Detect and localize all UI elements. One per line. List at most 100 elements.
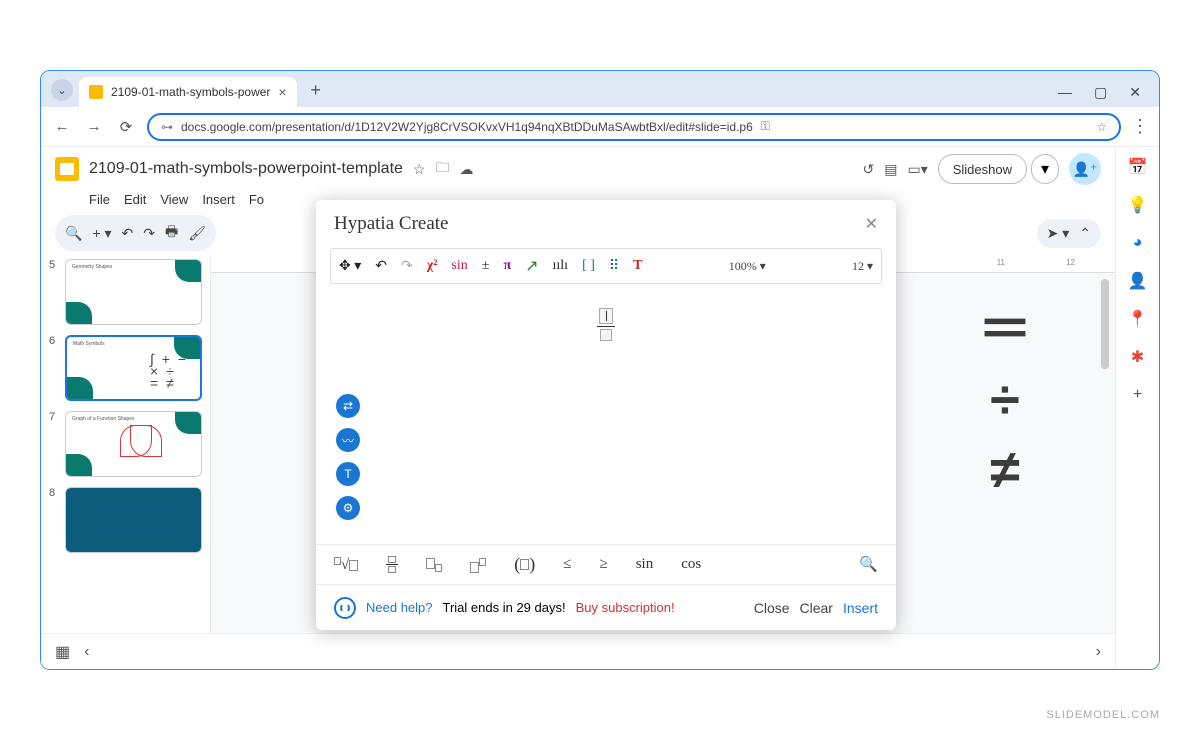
slideshow-dropdown[interactable]: ▾ [1031,154,1059,184]
minimize-icon[interactable]: — [1058,84,1072,101]
thumbnail-7[interactable]: Graph of a Function Shapes [65,411,202,477]
tasks-icon[interactable]: ◕ [1128,233,1148,253]
less-equal-button[interactable]: ≤ [563,556,571,573]
new-slide-icon[interactable]: + ▾ [92,225,111,242]
browser-menu-icon[interactable]: ⋮ [1131,116,1149,137]
grid-view-icon[interactable]: ▦ [55,642,70,662]
url-input[interactable]: ⊶ docs.google.com/presentation/d/1D12V2W… [147,113,1121,141]
nth-root-button[interactable]: √ [334,555,358,574]
undo-icon[interactable]: ↶ [122,225,134,242]
menu-view[interactable]: View [160,192,188,207]
buy-link[interactable]: Buy subscription! [576,600,675,615]
menu-format[interactable]: Fo [249,192,264,207]
new-tab-button[interactable]: + [303,77,329,103]
move-icon[interactable]: 🗀 [435,157,449,181]
calendar-icon[interactable]: 📅 [1128,157,1148,177]
move-tool-icon[interactable]: ✥ ▾ [339,258,361,275]
swap-tool[interactable]: ⇄ [336,394,360,418]
settings-tool[interactable]: ⚙ [336,496,360,520]
plus-minus-button[interactable]: ± [482,258,490,274]
expand-icon[interactable]: ⌃ [1079,225,1091,242]
close-tab-icon[interactable]: × [278,84,286,100]
pi-button[interactable]: π [503,258,511,274]
next-slide-icon[interactable]: › [1096,643,1101,661]
history-icon[interactable]: ↺ [863,161,875,178]
vertical-scrollbar[interactable] [1101,279,1111,629]
forward-icon[interactable]: → [83,118,105,135]
draw-tool[interactable]: 〰 [336,428,360,452]
thumb-number: 7 [49,411,59,477]
print-icon[interactable]: 🖶 [165,221,178,245]
need-help-link[interactable]: Need help? [366,600,433,615]
menu-file[interactable]: File [89,192,110,207]
tab-title: 2109-01-math-symbols-power [111,85,270,99]
text-button[interactable]: T [633,258,642,274]
slide-canvas[interactable]: ＝ ÷ ≠ [925,295,1085,506]
fraction-placeholder[interactable] [597,308,615,341]
insert-button[interactable]: Insert [843,600,878,616]
denominator-box[interactable] [600,329,612,341]
hypatia-dialog: Hypatia Create ✕ ✥ ▾ ↶ ↷ χ² sin ± π ↗ ıı… [316,200,896,630]
search-symbols-icon[interactable]: 🔍 [859,555,878,574]
chi-squared-button[interactable]: χ² [427,258,438,274]
undo-icon[interactable]: ↶ [375,258,387,275]
sin-button2[interactable]: sin [636,556,654,573]
close-dialog-icon[interactable]: ✕ [865,214,878,234]
cloud-icon[interactable]: ☁ [459,161,473,178]
prev-slide-icon[interactable]: ‹ [84,643,89,661]
share-button[interactable]: 👤⁺ [1069,153,1101,185]
cursor-icon[interactable]: ➤ ▾ [1047,225,1070,242]
divide-symbol: ÷ [925,365,1085,435]
thumbnail-5[interactable]: Geometry Shapes [65,259,202,325]
side-panel: 📅 💡 ◕ 👤 📍 ✱ + [1115,147,1159,669]
browser-tab[interactable]: 2109-01-math-symbols-power × [79,77,297,107]
maps-icon[interactable]: 📍 [1128,309,1148,329]
paint-format-icon[interactable]: 🖌 [188,225,206,242]
search-icon[interactable]: 🔍 [65,225,82,242]
grid-button[interactable]: ⠿ [609,258,619,275]
text-tool[interactable]: T [336,462,360,486]
arrow-button[interactable]: ↗ [525,256,538,276]
menu-insert[interactable]: Insert [202,192,235,207]
reload-icon[interactable]: ⟳ [115,118,137,136]
zoom-select[interactable]: 100% ▾ [729,259,766,274]
bars-button[interactable]: ıılı [553,258,569,274]
sin-button[interactable]: sin [451,258,467,274]
menu-edit[interactable]: Edit [124,192,146,207]
close-window-icon[interactable]: ✕ [1129,84,1141,101]
site-info-icon[interactable]: ⊶ [161,120,173,134]
tab-search-button[interactable]: ⌄ [51,79,73,101]
key-icon[interactable]: ⚿ [761,119,770,134]
fontsize-select[interactable]: 12 ▾ [852,259,873,274]
back-icon[interactable]: ← [51,118,73,135]
bookmark-star-icon[interactable]: ☆ [1096,120,1107,134]
slideshow-button[interactable]: Slideshow [938,154,1027,184]
close-button[interactable]: Close [754,600,790,616]
thumbnail-8[interactable] [65,487,202,553]
document-title[interactable]: 2109-01-math-symbols-powerpoint-template [89,160,403,178]
bottom-bar: ▦ ‹ › [41,633,1115,669]
add-icon[interactable]: + [1128,385,1148,405]
comments-icon[interactable]: ▤ [884,161,897,178]
subscript-button[interactable] [426,555,442,575]
equation-canvas[interactable]: ⇄ 〰 T ⚙ [316,284,896,544]
toolbar-right: ➤ ▾ ⌃ [1037,219,1101,248]
thumbnail-6[interactable]: Math Symbols ∫ + −× ÷= ≠ [65,335,202,401]
keep-icon[interactable]: 💡 [1128,195,1148,215]
redo-icon[interactable]: ↷ [401,258,413,275]
maximize-icon[interactable]: ▢ [1094,84,1107,101]
brackets-button[interactable]: [ ] [582,258,595,274]
star-icon[interactable]: ☆ [413,161,426,178]
greater-equal-button[interactable]: ≥ [599,556,607,573]
fraction-button[interactable] [386,556,398,573]
parentheses-button[interactable]: () [514,554,535,575]
contacts-icon[interactable]: 👤 [1128,271,1148,291]
numerator-box[interactable] [599,308,613,324]
superscript-button[interactable] [470,554,486,576]
not-equal-symbol: ≠ [925,435,1085,505]
redo-icon[interactable]: ↷ [143,225,155,242]
meet-icon[interactable]: ▭▾ [907,161,927,178]
clear-button[interactable]: Clear [800,600,833,616]
addon-icon[interactable]: ✱ [1128,347,1148,367]
cos-button[interactable]: cos [681,556,701,573]
